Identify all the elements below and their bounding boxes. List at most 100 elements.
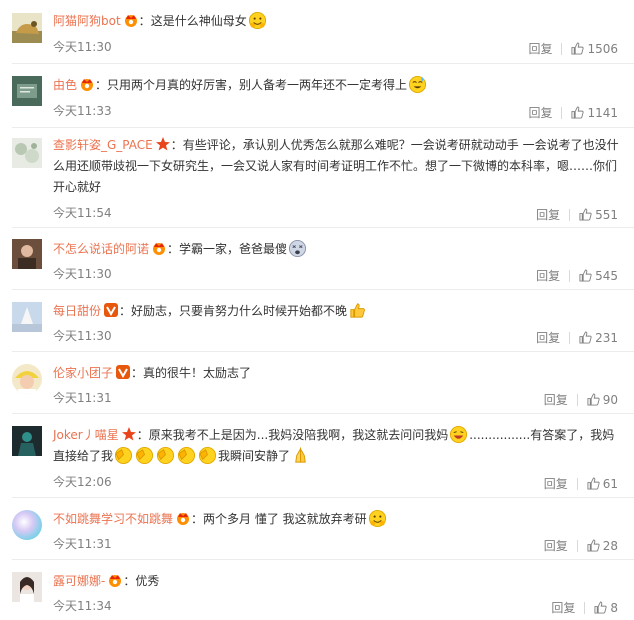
comment-item: 每日甜份 ：好励志，只要肯努力什么时候开始都不晚 今天11:30 回复 231 xyxy=(0,290,634,352)
crown-badge-icon xyxy=(175,510,191,526)
comment-list: 阿猫阿狗bot ：这是什么神仙母女 今天11:30 回复 1506 由色 ：只用两个… xyxy=(0,0,634,620)
reply-button[interactable]: 回复 xyxy=(528,40,552,57)
reply-button[interactable]: 回复 xyxy=(544,475,568,492)
reply-button[interactable]: 回复 xyxy=(536,267,560,284)
avatar[interactable] xyxy=(12,239,42,269)
like-button[interactable]: 231 xyxy=(579,331,618,345)
like-button[interactable]: 545 xyxy=(579,269,618,283)
crown-badge-icon xyxy=(107,572,123,588)
avatar[interactable] xyxy=(12,572,42,602)
username[interactable]: Joker丿喵星 xyxy=(53,428,119,442)
laughing-emoji-icon xyxy=(449,425,468,444)
thumbs-up-icon xyxy=(579,269,592,282)
crown-badge-icon xyxy=(123,12,139,28)
comment-text: 只用两个月真的好厉害，别人备考一两年还不一定考得上 xyxy=(107,78,408,92)
avatar[interactable] xyxy=(12,510,42,540)
divider xyxy=(569,269,571,282)
comment-item: 查影轩姿_G_PACE ：有些评论，承认别人优秀怎么就那么难呢？一会说考研就动动手… xyxy=(0,128,634,228)
sweat-emoji-icon xyxy=(408,75,427,94)
comment-text: 真的很牛！太励志了 xyxy=(143,366,252,380)
comment-item: 伦家小团子 ：真的很牛！太励志了 今天11:31 回复 90 xyxy=(0,352,634,414)
comment-item: 不如跳舞学习不如跳舞 ：两个多月 懂了 我这就放弃考研 今天11:31 回复 28 xyxy=(0,498,634,560)
comment-time: 今天11:30 xyxy=(53,329,112,343)
like-count: 1141 xyxy=(587,105,618,120)
comment-item: 露可娜娜- ：优秀 今天11:34 回复 8 xyxy=(0,560,634,620)
crown-badge-icon xyxy=(79,76,95,92)
like-count: 551 xyxy=(595,207,618,222)
thumbs-up-icon xyxy=(587,539,600,552)
like-count: 90 xyxy=(602,392,618,407)
username[interactable]: 露可娜娜- xyxy=(53,574,105,588)
like-count: 545 xyxy=(595,268,618,283)
face-slap-emoji-icon xyxy=(114,446,133,465)
comment-time: 今天11:31 xyxy=(53,391,112,405)
comment-time: 今天11:34 xyxy=(53,599,112,613)
like-button[interactable]: 61 xyxy=(587,477,618,491)
like-button[interactable]: 90 xyxy=(587,393,618,407)
reply-button[interactable]: 回复 xyxy=(551,599,575,616)
face-slap-emoji-icon xyxy=(177,446,196,465)
divider xyxy=(569,208,571,221)
thumbs-up-icon xyxy=(571,106,585,119)
thumbs-up-icon xyxy=(587,477,600,490)
comment-time: 今天11:54 xyxy=(53,206,112,220)
avatar[interactable] xyxy=(12,138,42,168)
face-slap-emoji-icon xyxy=(198,446,217,465)
comment-text: 好励志，只要肯努力什么时候开始都不晚 xyxy=(131,304,348,318)
divider xyxy=(576,393,578,406)
hug-emoji-icon xyxy=(248,11,267,30)
comment-item: 不怎么说话的阿诺 ：学霸一家，爸爸最傻 今天11:30 回复 545 xyxy=(0,228,634,290)
username[interactable]: 不怎么说话的阿诺 xyxy=(53,242,149,256)
reply-button[interactable]: 回复 xyxy=(536,329,560,346)
pray-emoji-icon xyxy=(291,446,310,465)
verified-v-icon xyxy=(103,302,119,318)
thumbs-up-icon xyxy=(579,331,592,344)
like-count: 231 xyxy=(595,330,618,345)
reply-button[interactable]: 回复 xyxy=(528,104,552,121)
reply-button[interactable]: 回复 xyxy=(536,206,560,223)
thumbs-up-icon xyxy=(587,393,600,406)
username[interactable]: 查影轩姿_G_PACE xyxy=(53,138,153,152)
avatar[interactable] xyxy=(12,76,42,106)
like-count: 1506 xyxy=(587,41,618,56)
star-badge-icon xyxy=(121,426,137,442)
username[interactable]: 不如跳舞学习不如跳舞 xyxy=(53,512,173,526)
comment-item: Joker丿喵星 ：原来我考不上是因为...我妈没陪我啊，我这就去问问我妈....… xyxy=(0,414,634,498)
comment-time: 今天11:30 xyxy=(53,40,112,54)
divider xyxy=(576,477,578,490)
comment-time: 今天11:30 xyxy=(53,267,112,281)
avatar[interactable] xyxy=(12,364,42,394)
avatar[interactable] xyxy=(12,13,42,43)
divider xyxy=(569,331,571,344)
username[interactable]: 伦家小团子 xyxy=(53,366,113,380)
like-button[interactable]: 551 xyxy=(579,208,618,222)
username[interactable]: 由色 xyxy=(53,78,77,92)
username[interactable]: 每日甜份 xyxy=(53,304,101,318)
divider xyxy=(584,601,586,614)
like-count: 28 xyxy=(602,538,618,553)
divider xyxy=(561,42,563,55)
face-slap-emoji-icon xyxy=(135,446,154,465)
reply-button[interactable]: 回复 xyxy=(544,537,568,554)
star-badge-icon xyxy=(155,136,171,152)
verified-v-icon xyxy=(115,364,131,380)
like-button[interactable]: 28 xyxy=(587,539,618,553)
thumbs-up-icon xyxy=(579,208,592,221)
reply-button[interactable]: 回复 xyxy=(544,391,568,408)
username[interactable]: 阿猫阿狗bot xyxy=(53,14,121,28)
divider xyxy=(576,539,578,552)
like-button[interactable]: 1506 xyxy=(571,42,618,56)
like-count: 61 xyxy=(602,476,618,491)
comment-text: 两个多月 懂了 我这就放弃考研 xyxy=(203,512,367,526)
hug-emoji-icon xyxy=(368,509,387,528)
avatar[interactable] xyxy=(12,302,42,332)
thumbs-up-icon xyxy=(594,601,607,614)
comment-time: 今天11:31 xyxy=(53,537,112,551)
crown-badge-icon xyxy=(151,240,167,256)
avatar[interactable] xyxy=(12,426,42,456)
comment-time: 今天11:33 xyxy=(53,104,112,118)
like-button[interactable]: 1141 xyxy=(571,106,618,120)
like-button[interactable]: 8 xyxy=(594,601,618,615)
comment-text: 学霸一家，爸爸最傻 xyxy=(179,242,288,256)
comment-text-end: 我瞬间安静了 xyxy=(218,449,291,463)
